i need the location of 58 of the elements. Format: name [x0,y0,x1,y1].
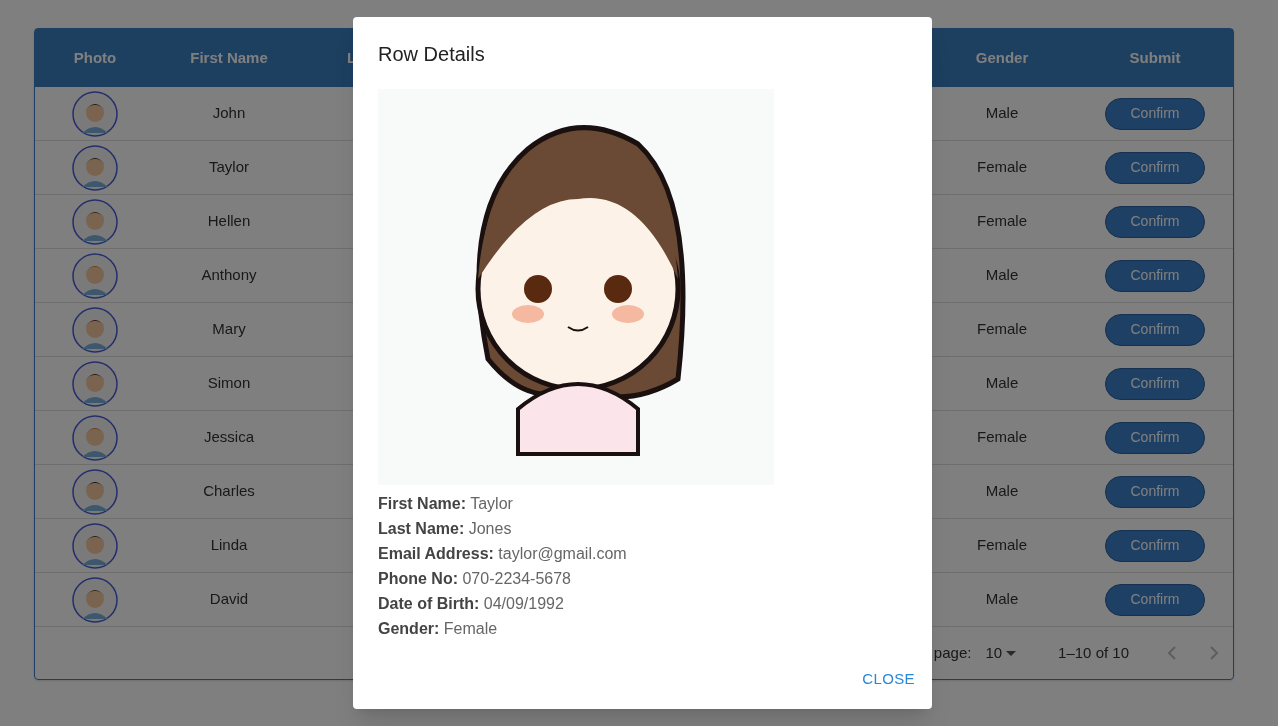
table-cell-text: Jessica [204,427,254,448]
confirm-button[interactable]: Confirm [1105,475,1205,508]
close-button[interactable]: CLOSE [862,667,915,690]
rows-per-page-select[interactable]: 10 [985,641,1017,665]
table-cell-text: Taylor [209,157,249,178]
table-cell-text: Female [977,535,1027,556]
table-cell-text: Female [977,157,1027,178]
avatar-icon [72,252,118,299]
detail-line: Last Name: Jones [378,519,513,539]
table-cell-text: Anthony [201,265,257,286]
confirm-button[interactable]: Confirm [1105,313,1205,346]
confirm-button[interactable]: Confirm [1105,421,1205,454]
avatar-icon [72,144,118,191]
table-cell-text: Female [977,427,1027,448]
table-cell-text: Charles [203,481,255,502]
confirm-button[interactable]: Confirm [1105,583,1205,616]
table-cell-text: Simon [207,373,251,394]
avatar-icon [72,468,118,515]
table-cell-text: Male [985,589,1019,610]
avatar-icon [72,90,118,137]
confirm-button[interactable]: Confirm [1105,151,1205,184]
confirm-button[interactable]: Confirm [1105,205,1205,238]
rows-per-page-label: page: [933,642,972,663]
caret-icon [1006,650,1017,656]
avatar-icon [72,522,118,569]
confirm-button[interactable]: Confirm [1105,367,1205,400]
page-range: 1–10 of 10 [1058,642,1129,663]
table-cell-text: Female [977,211,1027,232]
dialog-title: Row Details [377,42,485,67]
table-cell-text: Female [977,319,1027,340]
table-cell-text: Hellen [207,211,251,232]
previous-page-icon[interactable] [1167,645,1177,661]
table-cell-text: John [212,103,246,124]
column-header: Submit [1129,47,1181,68]
detail-line: Email Address: taylor@gmail.com [378,544,628,564]
table-cell-text: Mary [212,319,246,340]
column-header: Gender [975,47,1029,68]
avatar-icon [72,414,118,461]
avatar-icon [72,360,118,407]
avatar-icon [72,576,118,623]
column-header: First Name [190,47,268,68]
column-header: Photo [73,47,117,68]
table-cell-text: David [209,589,249,610]
confirm-button[interactable]: Confirm [1105,259,1205,292]
confirm-button[interactable]: Confirm [1105,529,1205,562]
avatar-icon [72,306,118,353]
detail-line: First Name: Taylor [378,494,514,514]
avatar-icon [72,198,118,245]
detail-line: Phone No: 070-2234-5678 [378,569,572,589]
detail-line: Gender: Female [378,619,499,639]
confirm-button[interactable]: Confirm [1105,97,1205,130]
table-cell-text: Linda [210,535,248,556]
table-cell-text: Male [985,373,1019,394]
table-cell-text: Male [985,265,1019,286]
table-cell-text: Male [985,481,1019,502]
table-cell-text: Male [985,103,1019,124]
next-page-icon[interactable] [1209,645,1219,661]
detail-line: Date of Birth: 04/09/1992 [378,594,565,614]
